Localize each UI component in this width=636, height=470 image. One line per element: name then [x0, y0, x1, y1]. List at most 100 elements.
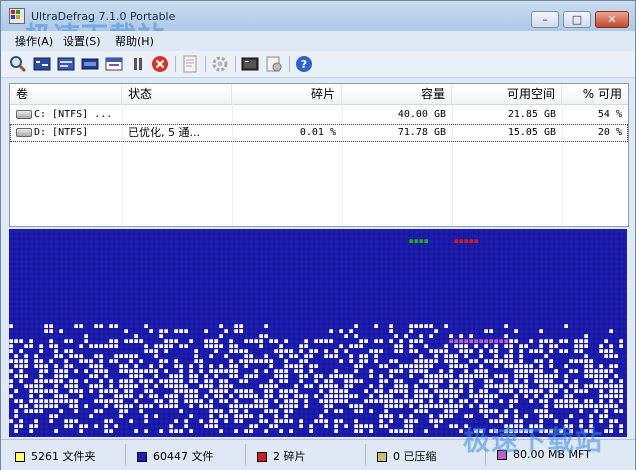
cluster-block	[89, 359, 93, 363]
cluster-block	[189, 429, 193, 433]
defrag-icon[interactable]	[33, 55, 51, 73]
cluster-block	[514, 384, 518, 388]
cluster-block	[464, 239, 468, 243]
cluster-block	[109, 389, 113, 393]
cluster-block	[294, 364, 298, 368]
app-window: UltraDefrag 7.1.0 Portable – □ ✕ 极速下载站 操…	[0, 0, 636, 470]
cluster-block	[149, 404, 153, 408]
cluster-block	[539, 369, 543, 373]
cluster-block	[39, 379, 43, 383]
cluster-block	[604, 369, 608, 373]
settings-icon[interactable]	[211, 55, 229, 73]
cluster-block	[459, 364, 463, 368]
cluster-block	[479, 354, 483, 358]
column-capacity[interactable]: 容量	[342, 84, 452, 104]
cluster-block	[614, 384, 618, 388]
cluster-block	[519, 354, 523, 358]
cluster-block	[249, 424, 253, 428]
cluster-block	[139, 404, 143, 408]
cluster-block	[184, 384, 188, 388]
cluster-block	[204, 394, 208, 398]
menu-action[interactable]: 操作(A)	[15, 33, 53, 49]
cluster-block	[314, 364, 318, 368]
column-volume[interactable]: 卷	[10, 84, 122, 104]
cluster-block	[54, 364, 58, 368]
cluster-block	[359, 409, 363, 413]
cluster-block	[94, 374, 98, 378]
cluster-block	[214, 374, 218, 378]
cluster-block	[49, 329, 53, 333]
column-status[interactable]: 状态	[122, 84, 232, 104]
cluster-block	[419, 359, 423, 363]
minimize-button[interactable]: –	[531, 11, 559, 28]
volume-row-c[interactable]: C: [NTFS] ... 40.00 GB 21.85 GB 54 %	[10, 106, 628, 124]
stop-icon[interactable]	[151, 55, 169, 73]
cluster-block	[274, 369, 278, 373]
volume-row-d[interactable]: D: [NTFS] 已优化, 5 通... 0.01 % 71.78 GB 15…	[10, 124, 628, 142]
cluster-block	[164, 394, 168, 398]
cluster-block	[569, 399, 573, 403]
column-free-space[interactable]: 可用空间	[452, 84, 562, 104]
cluster-block	[189, 379, 193, 383]
quick-optimize-icon[interactable]	[57, 55, 75, 73]
mft-optimize-icon[interactable]	[105, 55, 123, 73]
cluster-block	[389, 369, 393, 373]
analyze-icon[interactable]	[9, 55, 27, 73]
cluster-block	[554, 384, 558, 388]
pause-icon[interactable]	[129, 55, 147, 73]
cluster-block	[564, 324, 568, 328]
cluster-block	[369, 369, 373, 373]
boot-time-icon[interactable]	[241, 55, 259, 73]
cluster-block	[269, 389, 273, 393]
cluster-block	[274, 384, 278, 388]
cluster-block	[29, 429, 33, 433]
cluster-block	[409, 364, 413, 368]
cluster-block	[599, 369, 603, 373]
menu-settings[interactable]: 设置(S)	[63, 33, 101, 49]
cluster-block	[439, 399, 443, 403]
cluster-block	[489, 329, 493, 333]
cluster-block	[424, 374, 428, 378]
cluster-block	[299, 379, 303, 383]
cluster-block	[424, 369, 428, 373]
cluster-block	[539, 399, 543, 403]
cluster-block	[299, 374, 303, 378]
cluster-block	[284, 369, 288, 373]
cluster-block	[609, 429, 613, 433]
cluster-block	[469, 359, 473, 363]
menu-help[interactable]: 帮助(H)	[115, 33, 154, 49]
cluster-block	[289, 354, 293, 358]
cluster-block	[474, 369, 478, 373]
cluster-block	[584, 354, 588, 358]
cluster-block	[144, 404, 148, 408]
cluster-block	[369, 409, 373, 413]
cluster-block	[279, 389, 283, 393]
cluster-block	[114, 404, 118, 408]
cluster-block	[494, 364, 498, 368]
column-fragmentation[interactable]: 碎片	[232, 84, 342, 104]
boot-script-icon[interactable]	[265, 55, 283, 73]
column-percent-free[interactable]: % 可用	[562, 84, 628, 104]
cluster-block	[279, 374, 283, 378]
help-icon[interactable]: ?	[295, 55, 313, 73]
cluster-block	[249, 374, 253, 378]
cluster-block	[299, 369, 303, 373]
cluster-block	[604, 374, 608, 378]
cluster-block	[74, 404, 78, 408]
cluster-block	[59, 329, 63, 333]
cluster-block	[29, 384, 33, 388]
cluster-block	[264, 384, 268, 388]
cluster-block	[339, 394, 343, 398]
volume-free-space: 21.85 GB	[507, 109, 556, 120]
cluster-block	[619, 409, 623, 413]
full-optimize-icon[interactable]	[81, 55, 99, 73]
cluster-block	[459, 389, 463, 393]
close-button[interactable]: ✕	[595, 11, 629, 28]
cluster-block	[374, 324, 378, 328]
maximize-button[interactable]: □	[563, 11, 591, 28]
cluster-block	[39, 389, 43, 393]
cluster-block	[39, 399, 43, 403]
cluster-block	[14, 374, 18, 378]
cluster-block	[264, 369, 268, 373]
report-icon[interactable]	[181, 55, 199, 73]
